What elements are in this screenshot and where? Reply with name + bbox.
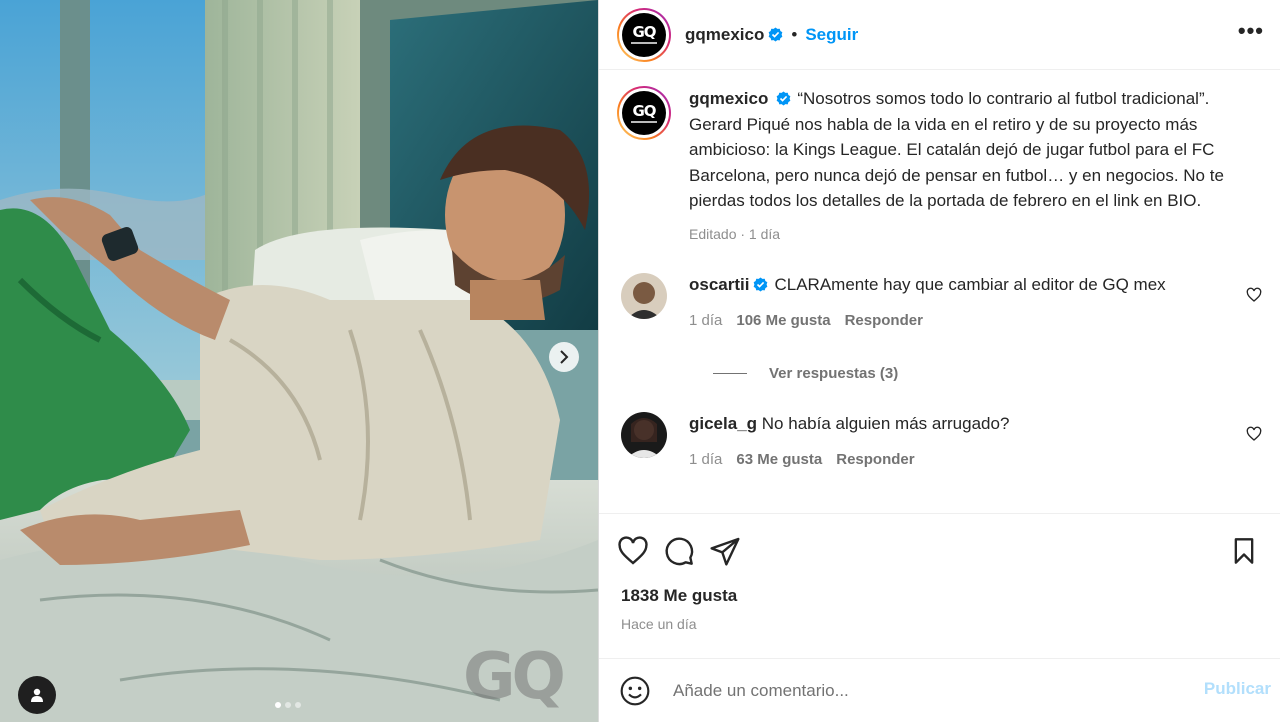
comment-time: 1 día — [689, 451, 723, 468]
comment-text: CLARAmente hay que cambiar al editor de … — [774, 275, 1166, 294]
post-caption: GQ gqmexico “Nosotros somos todo lo cont… — [617, 86, 1262, 247]
post-details-panel: GQ gqmexico • Seguir ••• GQ gqmexico “No… — [598, 0, 1280, 722]
comment-time: 1 día — [689, 312, 723, 329]
comment-item: oscartii CLARAmente hay que cambiar al e… — [617, 273, 1262, 333]
like-count[interactable]: 1838 Me gusta — [599, 586, 1280, 606]
gq-watermark: GQ — [463, 640, 566, 714]
view-replies-label: Ver respuestas (3) — [769, 365, 899, 382]
post-photo — [0, 0, 598, 722]
comments-list[interactable]: GQ gqmexico “Nosotros somos todo lo cont… — [599, 70, 1280, 514]
reply-button[interactable]: Responder — [836, 451, 914, 468]
heart-icon[interactable] — [1246, 287, 1262, 303]
comment-likes[interactable]: 106 Me gusta — [736, 312, 830, 329]
post-header: GQ gqmexico • Seguir ••• — [599, 0, 1280, 70]
caption-username[interactable]: gqmexico — [689, 89, 768, 108]
comment-icon[interactable] — [663, 535, 695, 567]
caption-text: “Nosotros somos todo lo contrario al fut… — [689, 89, 1224, 210]
more-options-button[interactable]: ••• — [1238, 18, 1264, 44]
gq-logo: GQ — [622, 91, 666, 135]
verified-icon — [754, 277, 768, 292]
comment-avatar[interactable] — [621, 412, 667, 458]
comment-composer: Publicar — [599, 658, 1280, 722]
comment-avatar[interactable] — [621, 273, 667, 319]
heart-icon[interactable] — [617, 535, 649, 567]
replies-divider — [713, 373, 747, 374]
post-timestamp: Hace un día — [621, 616, 697, 632]
caption-meta: Editado · 1 día — [689, 225, 781, 242]
avatar[interactable]: GQ — [617, 7, 671, 62]
carousel-dot — [295, 702, 301, 708]
comment-likes[interactable]: 63 Me gusta — [736, 451, 822, 468]
verified-icon — [777, 91, 791, 106]
post-media[interactable]: GQ — [0, 0, 598, 722]
reply-button[interactable]: Responder — [845, 312, 923, 329]
heart-icon[interactable] — [1246, 426, 1262, 442]
carousel-dot — [285, 702, 291, 708]
publish-button[interactable]: Publicar — [1204, 679, 1271, 699]
comment-input[interactable] — [673, 680, 1173, 701]
caption-avatar[interactable]: GQ — [617, 86, 671, 140]
comment-username[interactable]: gicela_g — [689, 414, 757, 433]
carousel-indicator — [275, 702, 301, 708]
gq-logo: GQ — [622, 12, 666, 57]
verified-icon — [769, 27, 783, 42]
comment-text: No había alguien más arrugado? — [761, 414, 1010, 433]
more-icon: ••• — [1237, 18, 1264, 43]
follow-button[interactable]: Seguir — [805, 25, 858, 45]
comment-username[interactable]: oscartii — [689, 275, 749, 294]
action-bar — [599, 514, 1280, 588]
next-slide-button[interactable] — [549, 342, 579, 372]
chevron-right-icon — [560, 350, 569, 364]
user-tag-icon — [31, 688, 43, 702]
view-replies-button[interactable]: Ver respuestas (3) — [713, 365, 1262, 382]
tagged-users-button[interactable] — [18, 676, 56, 714]
share-icon[interactable] — [709, 535, 741, 567]
header-username[interactable]: gqmexico — [685, 25, 764, 45]
carousel-dot — [275, 702, 281, 708]
bookmark-icon[interactable] — [1230, 536, 1258, 566]
comment-item: gicela_g No había alguien más arrugado? … — [617, 412, 1262, 472]
emoji-icon[interactable] — [619, 675, 651, 707]
separator: • — [791, 24, 798, 44]
